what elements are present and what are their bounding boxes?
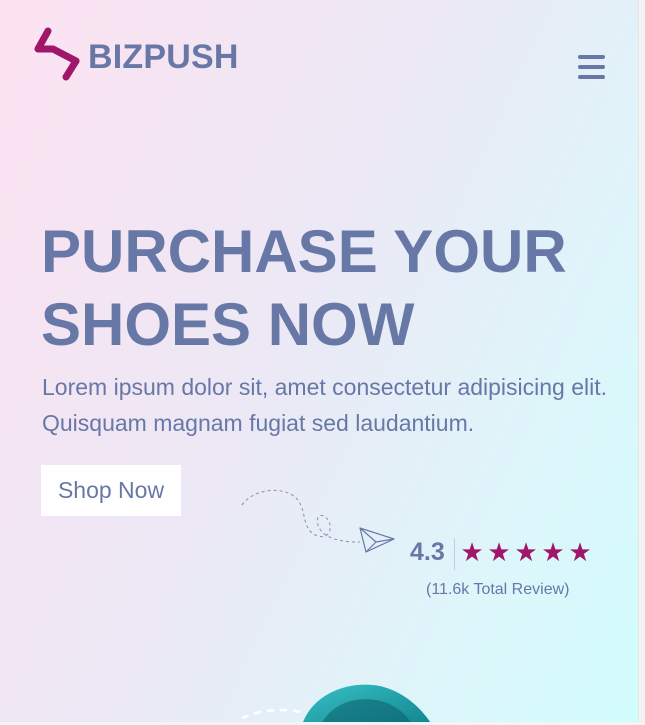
site-header: BIZPUSH [0,0,638,120]
hero-title: PURCHASE YOUR SHOES NOW [41,215,621,361]
rating-widget: 4.3 ★ ★ ★ ★ ★ (11.6k Total Review) [410,534,610,604]
review-count: (11.6k Total Review) [426,581,570,598]
menu-bar [578,75,605,79]
teal-shoe-image [241,684,431,722]
menu-bar [578,55,605,59]
landing-page: BIZPUSH PURCHASE YOUR SHOES NOW Lorem ip… [0,0,639,722]
shop-now-button[interactable]: Shop Now [41,465,181,516]
star-icon: ★ [541,537,565,567]
brand-name: BIZPUSH [88,38,239,76]
star-icon: ★ [568,537,592,567]
hero-title-line: PURCHASE YOUR [41,218,567,285]
menu-bar [578,65,605,69]
star-icon: ★ [460,537,484,567]
star-icon: ★ [514,537,538,567]
brand-logo-link[interactable]: BIZPUSH [34,26,239,82]
hero-title-line: SHOES NOW [41,291,415,358]
hero-description: Lorem ipsum dolor sit, amet consectetur … [42,374,608,436]
lightning-bolt-logo-icon [34,27,80,81]
rating-stars: ★ ★ ★ ★ ★ [459,536,593,568]
rating-divider [454,538,455,570]
rating-value: 4.3 [410,538,445,566]
star-icon: ★ [487,537,511,567]
hamburger-menu-icon[interactable] [578,50,612,84]
paper-plane-icon [241,489,395,553]
